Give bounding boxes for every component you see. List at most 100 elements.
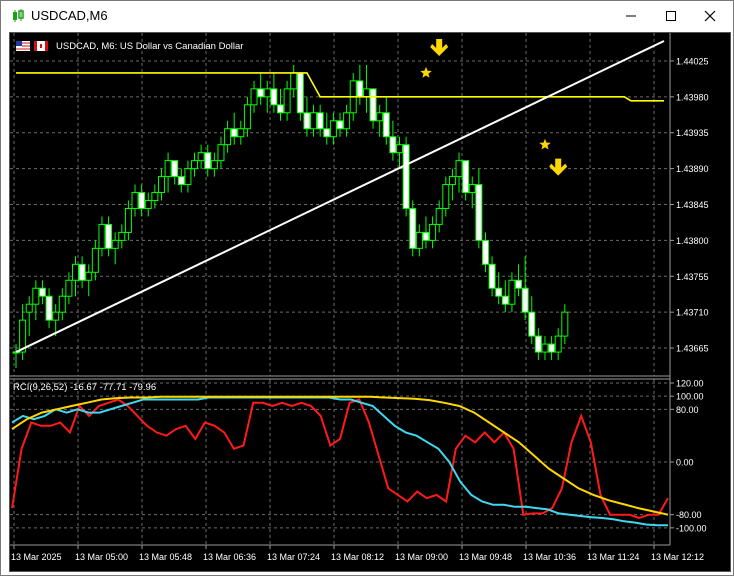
rci-tick-label: 80.00 <box>676 405 699 415</box>
symbol-flag-icon <box>16 41 48 51</box>
time-tick-label: 13 Mar 09:48 <box>459 552 512 562</box>
candle-body <box>65 279 73 297</box>
candle-body <box>257 88 265 98</box>
price-tick-label: 1.44025 <box>676 56 709 66</box>
price-axis[interactable]: 1.44025 1.43980 1.43935 1.43890 1.43845 1.438… <box>670 56 709 354</box>
time-tick-label: 13 Mar 10:36 <box>523 552 576 562</box>
rci-tick-label: 100.00 <box>676 392 704 402</box>
chart-window: USDCAD,M6 USDCAD, M6: US Dollar vs Canad… <box>0 0 734 576</box>
candle-body <box>78 263 86 281</box>
candle-body <box>164 160 172 178</box>
candle-body <box>171 160 179 178</box>
candle-body <box>369 88 377 122</box>
price-tick-label: 1.43890 <box>676 164 709 174</box>
candle-body <box>72 263 80 281</box>
candle-body <box>343 112 351 130</box>
candle-body <box>111 239 119 249</box>
candle-body <box>402 144 410 209</box>
candle-body <box>197 152 205 162</box>
candle-body <box>554 335 562 353</box>
minimize-button[interactable] <box>614 1 648 31</box>
time-tick-label: 13 Mar 12:12 <box>651 552 704 562</box>
price-tick-label: 1.43935 <box>676 128 709 138</box>
rci-axis[interactable]: 120.00 100.00 80.00 0.00 -80.00 -100.00 <box>670 379 707 534</box>
price-tick-label: 1.43845 <box>676 200 709 210</box>
candle-body <box>118 231 126 241</box>
candle-body <box>376 112 384 122</box>
rci-tick-label: 0.00 <box>676 458 694 468</box>
price-tick-label: 1.43800 <box>676 236 709 246</box>
candle-body <box>362 88 370 98</box>
chart-canvas[interactable]: USDCAD, M6: US Dollar vs Canadian Dollar… <box>10 33 730 571</box>
time-tick-label: 13 Mar 06:36 <box>203 552 256 562</box>
time-tick-label: 13 Mar 05:00 <box>75 552 128 562</box>
candle-body <box>250 88 258 106</box>
time-axis[interactable]: 13 Mar 2025 13 Mar 05:00 13 Mar 05:48 13 Ma… <box>11 545 704 562</box>
trend-line[interactable] <box>15 40 665 353</box>
chart-area[interactable]: USDCAD, M6: US Dollar vs Canadian Dollar… <box>9 32 731 572</box>
candle-body <box>58 295 66 313</box>
candle-body <box>105 223 113 249</box>
candle-body <box>138 192 146 209</box>
candle-body <box>495 287 503 297</box>
candle-body <box>230 128 238 138</box>
candle-body <box>144 200 152 209</box>
candle-body <box>396 144 404 154</box>
rci-fast-line <box>11 398 669 520</box>
candle-body <box>151 192 159 202</box>
candle-body <box>356 80 364 98</box>
candle-body <box>541 343 549 353</box>
signal-markers <box>420 38 568 176</box>
close-button[interactable] <box>693 1 727 31</box>
candle-body <box>442 184 450 209</box>
candle-body <box>462 160 470 194</box>
price-tick-label: 1.43980 <box>676 92 709 102</box>
star-marker-icon <box>539 138 551 150</box>
candle-body <box>429 223 437 241</box>
candle-body <box>38 287 46 297</box>
close-icon <box>704 10 716 22</box>
candle-body <box>521 287 529 313</box>
candle-body <box>276 104 284 114</box>
time-tick-label: 13 Mar 08:12 <box>331 552 384 562</box>
candle-body <box>224 128 232 146</box>
candle-body <box>415 231 423 249</box>
candle-body <box>98 223 106 249</box>
candle-body <box>548 343 556 353</box>
candle-body <box>290 72 298 90</box>
price-tick-label: 1.43665 <box>676 344 709 354</box>
candle-body <box>184 168 192 186</box>
candle-body <box>534 335 542 353</box>
candle-body <box>12 351 20 354</box>
candle-body <box>382 112 390 138</box>
price-tick-label: 1.43710 <box>676 308 709 318</box>
rci-tick-label: -80.00 <box>676 510 702 520</box>
candle-body <box>316 112 324 130</box>
time-tick-label: 13 Mar 11:24 <box>587 552 639 562</box>
arrow-down-marker-icon <box>549 158 568 176</box>
rci-grid <box>10 379 670 545</box>
candle-body <box>409 207 417 249</box>
candle-body <box>52 311 60 321</box>
candle-body <box>25 303 33 313</box>
maximize-icon <box>666 11 676 21</box>
time-tick-label: 13 Mar 2025 <box>11 552 62 562</box>
candle-body <box>283 88 291 114</box>
candle-body <box>422 231 430 241</box>
title-bar[interactable]: USDCAD,M6 <box>1 1 733 31</box>
candle-body <box>336 120 344 130</box>
candle-body <box>263 88 271 98</box>
chart-header: USDCAD, M6: US Dollar vs Canadian Dollar <box>56 41 243 52</box>
candle-body <box>237 128 245 138</box>
candle-body <box>131 192 139 209</box>
candle-body <box>329 120 337 138</box>
candle-body <box>32 287 40 305</box>
arrow-down-marker-icon <box>430 38 449 56</box>
candle-body <box>217 144 225 162</box>
time-tick-label: 13 Mar 05:48 <box>139 552 192 562</box>
rci-mid-line <box>11 396 668 527</box>
maximize-button[interactable] <box>654 1 688 31</box>
candle-body <box>204 152 212 170</box>
candle-body <box>270 88 278 106</box>
star-marker-icon <box>420 66 432 78</box>
